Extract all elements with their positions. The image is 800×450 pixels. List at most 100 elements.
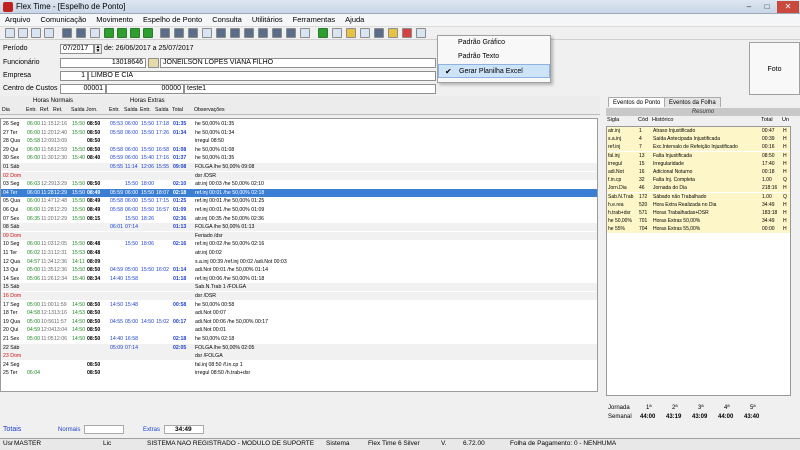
events-column-header[interactable]: Cód [638, 117, 648, 123]
menu-item-padrao-texto[interactable]: Padrão Texto [438, 50, 550, 64]
document-icon[interactable] [202, 28, 212, 38]
table-row[interactable]: 10 Seg 06:00 11:03 12:05 15:50 08:48 15:50 18:0… [1, 240, 597, 248]
event-row[interactable]: irregul 15 Irregularidade 17:40 H [607, 159, 790, 168]
print-icon[interactable] [31, 28, 41, 38]
periodo-field[interactable]: 07/2017 [60, 44, 94, 54]
table-row[interactable]: 20 Qui 04:59 12:04 13:04 14:50 08:50 adi.Not 0… [1, 326, 597, 334]
menu-ferramentas[interactable]: Ferramentas [288, 14, 341, 25]
last-icon[interactable] [143, 28, 153, 38]
column-header[interactable]: Entr. [109, 107, 120, 113]
column-header[interactable]: Saída [124, 107, 138, 113]
event-row[interactable]: he 55% 704 Horas Extras 55,00% 00:00 H [607, 225, 790, 234]
edit-icon[interactable] [90, 28, 100, 38]
event-row[interactable]: he 50,00% 701 Horas Extras 50,00% 34:49 H [607, 217, 790, 226]
menu-item-gerar-planilha-excel[interactable]: ✔ Gerar Planilha Excel [438, 64, 550, 78]
events-column-header[interactable]: Un [782, 117, 789, 123]
table-row[interactable]: 21 Sex 05:00 11:05 12:06 14:50 08:50 14:40 16:5… [1, 335, 597, 343]
stop-icon[interactable] [402, 28, 412, 38]
next-icon[interactable] [130, 28, 140, 38]
table-row[interactable]: 27 Ter 06:00 11:20 12:40 15:50 08:50 05:58 06:0… [1, 129, 597, 137]
tools-icon[interactable] [332, 28, 342, 38]
event-row[interactable]: h.e.rea 520 Hora Extra Realizada no Dia 34:… [607, 200, 790, 209]
menu-ajuda[interactable]: Ajuda [340, 14, 369, 25]
funcionario-code-field[interactable]: 13018646 [60, 58, 146, 68]
event-row[interactable]: Sab.N.Trab 172 Sábado não Trabalhado 1.00 Q [607, 192, 790, 201]
funcionario-name-field[interactable]: JONEILSON LOPES VIANA FILHO [160, 58, 436, 68]
table-row[interactable]: 18 Ter 04:58 12:13 13:16 14:53 08:50 adi.Not 0… [1, 309, 597, 317]
column-header[interactable]: Ref. [40, 107, 50, 113]
table-row[interactable]: 30 Sex 06:00 11:30 12:30 15:40 08:40 05:59 06:0… [1, 154, 597, 162]
settings-icon[interactable] [360, 28, 370, 38]
table-row[interactable]: 14 Sex 05:06 11:26 12:34 15:40 08:34 14:40 15:5… [1, 275, 597, 283]
column-header[interactable]: Jorn. [86, 107, 98, 113]
table-row[interactable]: 07 Sex 06:35 11:20 12:29 15:50 08:15 15:50 18:2… [1, 215, 597, 223]
filter-icon[interactable] [346, 28, 356, 38]
table-row[interactable]: 08 Sáb 06:01 07:14 01:13 FOLGA /he 50,00% 01… [1, 223, 597, 232]
column-header[interactable]: Saída [71, 107, 85, 113]
menu-utilitarios[interactable]: Utilitários [247, 14, 288, 25]
event-row[interactable]: Jorn.Dia 46 Jornada do Dia 218:16 H [607, 184, 790, 193]
list-icon[interactable] [244, 28, 254, 38]
column-header[interactable]: Saída [155, 107, 169, 113]
maximize-button[interactable]: □ [758, 1, 776, 13]
table-row[interactable]: 23 Dom dsr /FOLGA [1, 352, 597, 361]
table-row[interactable]: 16 Dom dsr /DSR [1, 292, 597, 301]
events-column-header[interactable]: Total [761, 117, 773, 123]
calendar-grid-icon[interactable] [286, 28, 296, 38]
table-row[interactable]: 12 Qua 04:57 11:34 12:36 14:11 08:09 s.a.inj 0… [1, 258, 597, 266]
save-icon[interactable] [18, 28, 28, 38]
schedule-icon[interactable] [272, 28, 282, 38]
pen-icon[interactable] [388, 28, 398, 38]
text-icon[interactable] [300, 28, 310, 38]
table-row[interactable]: 15 Sáb Sab.N.Trab 1 /FOLGA [1, 283, 597, 292]
new-icon[interactable] [5, 28, 15, 38]
table-icon[interactable] [174, 28, 184, 38]
export-icon[interactable] [374, 28, 384, 38]
event-row[interactable]: f.in.cp 32 Falta Inj. Completa 1.00 Q [607, 176, 790, 185]
column-header[interactable]: Entr. [140, 107, 151, 113]
column-header[interactable]: Entr. [26, 107, 37, 113]
table-row[interactable]: 06 Qui 06:00 11:28 12:29 15:50 08:49 05:58 06:0… [1, 206, 597, 214]
tab-eventos-do-ponto[interactable]: Eventos do Ponto [608, 97, 666, 107]
column-header[interactable]: Ret. [53, 107, 63, 113]
tab-eventos-da-folha[interactable]: Eventos da Folha [664, 97, 721, 107]
event-row[interactable]: adi.Not 16 Adicional Noturno 00:18 H [607, 168, 790, 176]
menu-arquivo[interactable]: Arquivo [0, 14, 35, 25]
table-row[interactable]: 01 Sáb 05:55 11:14 12:06 15:55 09:08 FOLGA /he… [1, 163, 597, 172]
empresa-code-field[interactable]: 1 [60, 71, 88, 81]
table-row[interactable]: 29 Qui 06:00 11:58 12:59 15:50 08:50 05:58 06:0… [1, 146, 597, 154]
events-column-header[interactable]: Sigla [607, 117, 619, 123]
menu-movimento[interactable]: Movimento [91, 14, 138, 25]
search-employee-icon[interactable] [148, 58, 159, 68]
table-row[interactable]: 24 Seg 08:50 fal.inj 08:50 /f.in.cp 1 [1, 361, 597, 369]
empresa-name-field[interactable]: LIMBO E CIA [88, 71, 436, 81]
table-row[interactable]: 22 Sáb 05:09 07:14 02:05 FOLGA /he 50,00% 02… [1, 343, 597, 352]
menu-item-padrao-grafico[interactable]: Padrão Gráfico [438, 36, 550, 50]
close-button[interactable]: ✕ [777, 1, 799, 13]
calculator-icon[interactable] [62, 28, 72, 38]
table-row[interactable]: 04 Ter 06:00 11:28 12:29 15:50 08:49 05:59 06:0… [1, 188, 597, 197]
csv-icon[interactable] [318, 28, 328, 38]
table-row[interactable]: 03 Seg 06:03 12:29 13:29 15:50 08:50 15:50 18:0… [1, 180, 597, 188]
table-row[interactable]: 13 Qui 05:00 11:35 12:36 15:50 08:50 04:59 05:0… [1, 266, 597, 274]
table-row[interactable]: 11 Ter 06:02 11:31 12:31 15:53 08:48 atr.inj 0… [1, 249, 597, 257]
centro-name-field[interactable]: teste1 [184, 84, 436, 94]
column-header[interactable]: Dia [2, 107, 10, 113]
table-row[interactable]: 02 Dom dsr /DSR [1, 171, 597, 180]
grid-icon[interactable] [76, 28, 86, 38]
calendar-icon[interactable] [160, 28, 170, 38]
centro-code2-field[interactable]: 00000 [106, 84, 184, 94]
minimize-button[interactable]: – [740, 1, 758, 13]
table-row[interactable]: 26 Seg 06:00 11:15 12:16 15:50 08:50 05:53 06:0… [1, 120, 597, 128]
centro-code1-field[interactable]: 00001 [60, 84, 106, 94]
event-row[interactable]: fal.inj 13 Falta Injustificada 08:50 H [607, 151, 790, 160]
help-icon[interactable] [416, 28, 426, 38]
events-column-header[interactable]: Histórico [652, 117, 673, 123]
report-icon[interactable] [188, 28, 198, 38]
sheet-icon[interactable] [216, 28, 226, 38]
event-row[interactable]: h.trab+dsr 571 Horas Trabalhadas+DSR 183:18… [607, 209, 790, 217]
column-header[interactable]: Observações [194, 107, 225, 113]
events-table[interactable]: atr.inj 1 Atraso Injustificado 00:47 Hs.a.in… [606, 126, 791, 396]
periodo-spinner[interactable]: ▲ ▼ [94, 44, 102, 54]
table-row[interactable]: 05 Qua 06:00 11:47 12:48 15:50 08:49 05:58 06:0… [1, 197, 597, 205]
